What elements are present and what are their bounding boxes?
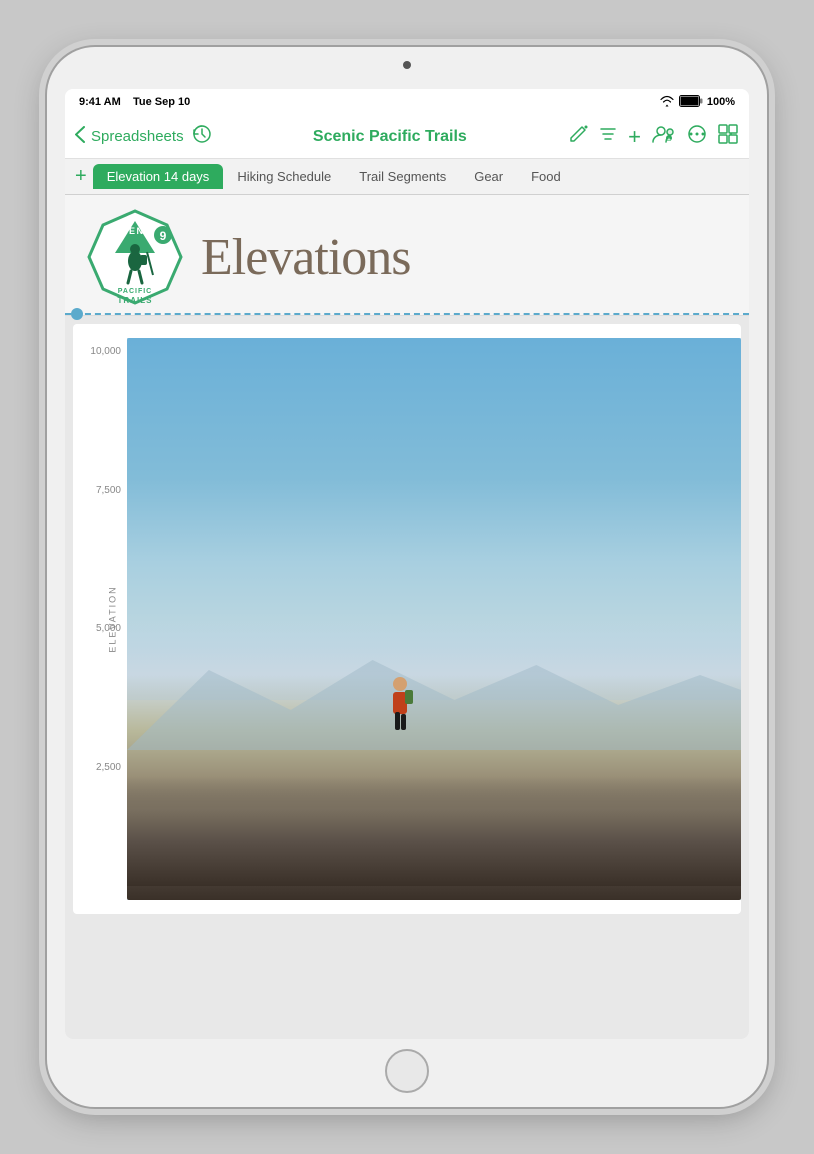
drag-handle[interactable] [71,308,83,320]
battery-pct: 100% [707,96,735,108]
add-tab-button[interactable]: + [69,165,93,188]
svg-text:PACIFIC: PACIFIC [118,288,152,295]
back-icon[interactable] [75,126,85,148]
y-axis-label: ELEVATION [108,585,118,652]
y-axis: ELEVATION 10,000 7,500 5,000 2,500 [73,324,127,914]
date: Tue Sep 10 [133,96,190,108]
tab-trail-segments[interactable]: Trail Segments [345,164,460,189]
y-tick-10000: 10,000 [79,346,121,357]
add-sheet-icon[interactable]: + [628,124,641,150]
svg-text:9: 9 [160,229,167,243]
selection-line [65,313,749,315]
back-label[interactable]: Spreadsheets [91,128,184,145]
toolbar-right: + + [568,123,739,150]
battery-icon [679,95,703,110]
y-tick-2500: 2,500 [79,762,121,773]
content-area: SCENIC PACIFIC TRAILS 9 Elevations [65,195,749,1039]
camera [403,61,411,69]
logo-badge: SCENIC PACIFIC TRAILS 9 [85,207,185,307]
tab-elevation[interactable]: Elevation 14 days [93,164,224,189]
pencil-icon[interactable] [568,124,588,149]
chart-area[interactable]: ELEVATION 10,000 7,500 5,000 2,500 [73,324,741,914]
toolbar: Spreadsheets Scenic Pacific Trails [65,115,749,159]
svg-text:SCENIC: SCENIC [113,226,156,236]
tab-hiking-schedule[interactable]: Hiking Schedule [223,164,345,189]
status-bar: 9:41 AM Tue Sep 10 [65,89,749,115]
more-icon[interactable] [687,124,707,149]
filter-icon[interactable] [598,124,618,149]
chart-plot [127,324,741,914]
tabs-bar: + Elevation 14 days Hiking Schedule Trai… [65,159,749,195]
sheet-header: SCENIC PACIFIC TRAILS 9 Elevations [65,195,749,316]
page-title: Elevations [201,228,411,287]
svg-text:+: + [667,138,671,144]
hiker-figure [385,670,413,740]
toolbar-title: Scenic Pacific Trails [212,128,569,146]
tab-food[interactable]: Food [517,164,575,189]
home-button[interactable] [385,1049,429,1093]
toolbar-left: Spreadsheets [75,124,212,149]
svg-text:TRAILS: TRAILS [118,296,153,305]
status-icons: 100% [659,95,735,110]
time-date: 9:41 AM Tue Sep 10 [79,96,190,108]
rocks [127,776,741,886]
wifi-icon [659,95,675,110]
screen: 9:41 AM Tue Sep 10 [65,89,749,1039]
collab-icon[interactable]: + [651,124,677,149]
sheets-view-icon[interactable] [717,123,739,150]
y-tick-7500: 7,500 [79,485,121,496]
time: 9:41 AM [79,96,121,108]
recents-icon[interactable] [192,124,212,149]
elevation-photo [127,338,741,900]
tab-gear[interactable]: Gear [460,164,517,189]
device: 9:41 AM Tue Sep 10 [47,47,767,1107]
